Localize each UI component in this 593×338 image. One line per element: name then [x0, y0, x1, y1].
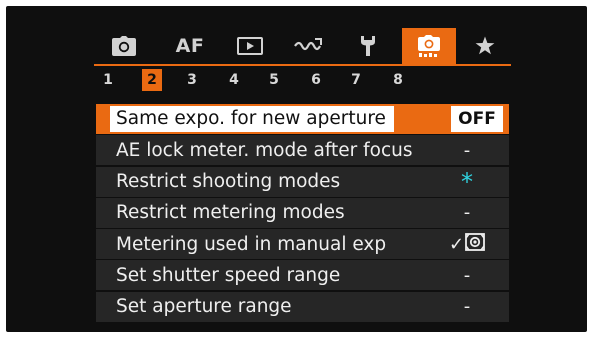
menu-item-ae-lock-meter-mode[interactable]: AE lock meter. mode after focus - — [96, 135, 509, 166]
menu-item-value: - — [463, 202, 471, 224]
menu-item-value: OFF — [451, 106, 503, 132]
menu-item-label: Restrict metering modes — [116, 202, 345, 224]
tab-shooting[interactable] — [98, 28, 150, 64]
tab-af[interactable]: AF — [164, 28, 216, 64]
page-4[interactable]: 4 — [224, 69, 244, 91]
page-2[interactable]: 2 — [142, 69, 162, 91]
menu-item-value: ✓ — [447, 232, 487, 256]
tab-af-label: AF — [175, 35, 205, 57]
evaluative-metering-icon — [465, 232, 485, 256]
menu-item-metering-manual-exp[interactable]: Metering used in manual exp ✓ — [96, 229, 509, 260]
custom-functions-camera-icon — [416, 35, 442, 57]
menu-item-label: Same expo. for new aperture — [110, 106, 394, 132]
menu-list: Same expo. for new aperture OFF AE lock … — [96, 104, 509, 323]
asterisk-icon: * — [461, 167, 473, 196]
page-1[interactable]: 1 — [98, 69, 118, 91]
tab-my-menu[interactable] — [460, 28, 510, 64]
tab-custom-functions[interactable] — [402, 28, 456, 64]
wrench-icon — [358, 35, 378, 57]
menu-item-label: Restrict shooting modes — [116, 171, 341, 193]
page-3[interactable]: 3 — [182, 69, 202, 91]
tab-wireless[interactable] — [282, 28, 334, 64]
page-6[interactable]: 6 — [306, 69, 326, 91]
wireless-icon — [293, 37, 323, 55]
page-5[interactable]: 5 — [264, 69, 284, 91]
tab-setup[interactable] — [342, 28, 394, 64]
menu-item-value: - — [463, 296, 471, 318]
page-8[interactable]: 8 — [388, 69, 408, 91]
check-metering-value: ✓ — [448, 232, 485, 256]
menu-item-restrict-metering-modes[interactable]: Restrict metering modes - — [96, 197, 509, 228]
page-indicator: 1 2 3 4 5 6 7 8 — [94, 69, 511, 91]
menu-item-restrict-shooting-modes[interactable]: Restrict shooting modes * — [96, 166, 509, 197]
menu-item-value: - — [463, 264, 471, 286]
menu-tab-bar: AF — [94, 28, 511, 64]
screen-frame: AF 1 2 3 4 5 6 7 8 Same expo. for new ap… — [0, 0, 593, 338]
camera-lcd-screen: AF 1 2 3 4 5 6 7 8 Same expo. for new ap… — [6, 6, 587, 332]
menu-item-label: Metering used in manual exp — [116, 233, 387, 255]
playback-icon — [237, 37, 263, 55]
tab-underline — [94, 64, 511, 66]
page-7[interactable]: 7 — [346, 69, 366, 91]
menu-item-same-expo-new-aperture[interactable]: Same expo. for new aperture OFF — [96, 104, 509, 134]
menu-item-value: - — [463, 139, 471, 161]
menu-item-label: AE lock meter. mode after focus — [116, 139, 413, 161]
menu-item-label: Set shutter speed range — [116, 264, 341, 286]
menu-item-shutter-speed-range[interactable]: Set shutter speed range - — [96, 260, 509, 291]
camera-menu: AF 1 2 3 4 5 6 7 8 Same expo. for new ap… — [94, 28, 511, 328]
camera-icon — [112, 36, 136, 56]
menu-item-label: Set aperture range — [116, 296, 292, 318]
check-icon: ✓ — [448, 233, 465, 255]
tab-playback[interactable] — [224, 28, 276, 64]
menu-item-aperture-range[interactable]: Set aperture range - — [96, 291, 509, 322]
star-icon — [475, 36, 495, 56]
